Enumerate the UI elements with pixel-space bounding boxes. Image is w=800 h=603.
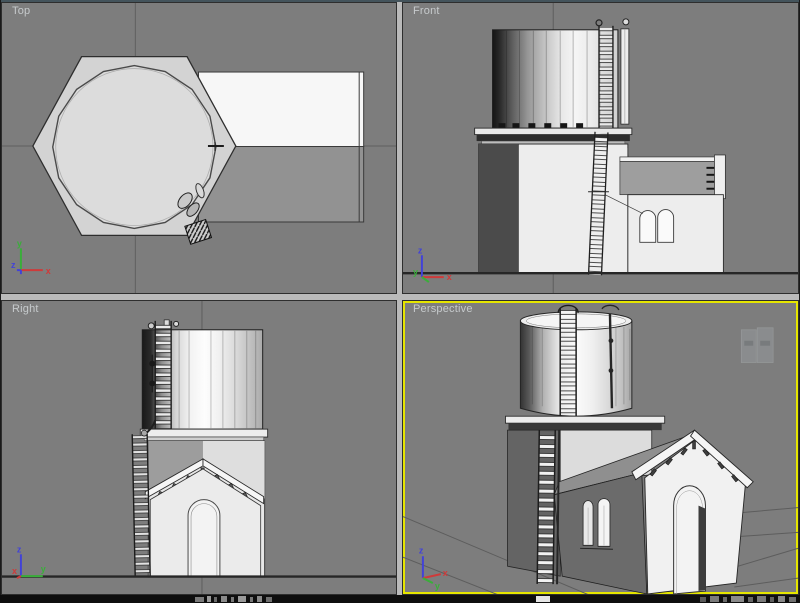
axis-tripod-icon: z x y	[419, 545, 448, 591]
viewport-front-canvas[interactable]: z x y	[403, 3, 798, 293]
tower-base-front-view[interactable]	[475, 128, 650, 273]
axis-tripod-icon: z y x	[12, 544, 46, 578]
svg-text:x: x	[12, 566, 17, 576]
svg-text:z: z	[419, 545, 424, 555]
viewport-top-canvas[interactable]: y x z	[2, 3, 396, 293]
svg-text:y: y	[41, 564, 46, 574]
viewport-right-canvas[interactable]: z y x	[2, 301, 396, 594]
arched-door	[188, 500, 220, 576]
svg-text:y: y	[435, 581, 440, 591]
tank-ladder-perspective[interactable]	[558, 305, 578, 418]
tank-ladder-front-view[interactable]	[596, 19, 629, 132]
ghost-box-icon	[741, 328, 773, 363]
viewport-right[interactable]: Right	[1, 300, 397, 595]
viewport-label-top[interactable]: Top	[12, 5, 30, 17]
viewport-label-perspective[interactable]: Perspective	[413, 303, 473, 315]
svg-text:z: z	[418, 245, 423, 255]
window-left-border	[0, 0, 1, 595]
viewport-top[interactable]: Top	[1, 2, 397, 294]
svg-text:y: y	[17, 238, 22, 248]
svg-text:z: z	[17, 544, 22, 554]
svg-text:x: x	[447, 272, 452, 282]
viewport-perspective[interactable]: Perspective	[402, 300, 799, 595]
trackbar-marks	[0, 595, 800, 603]
svg-text:z: z	[11, 260, 16, 270]
viewport-label-right[interactable]: Right	[12, 303, 39, 315]
application-window: Top	[0, 0, 800, 603]
axis-tripod-icon: z x y	[413, 245, 452, 282]
viewport-label-front[interactable]: Front	[413, 5, 440, 17]
svg-text:x: x	[46, 266, 51, 276]
window	[640, 211, 656, 243]
viewport-front[interactable]: Front	[402, 2, 799, 294]
viewport-perspective-canvas[interactable]: z x y	[403, 301, 798, 594]
window	[658, 210, 674, 243]
svg-text:x: x	[443, 568, 448, 578]
trackbar-sliver	[0, 595, 800, 603]
svg-text:y: y	[413, 267, 418, 277]
axis-tripod-icon: y x z	[11, 238, 51, 276]
